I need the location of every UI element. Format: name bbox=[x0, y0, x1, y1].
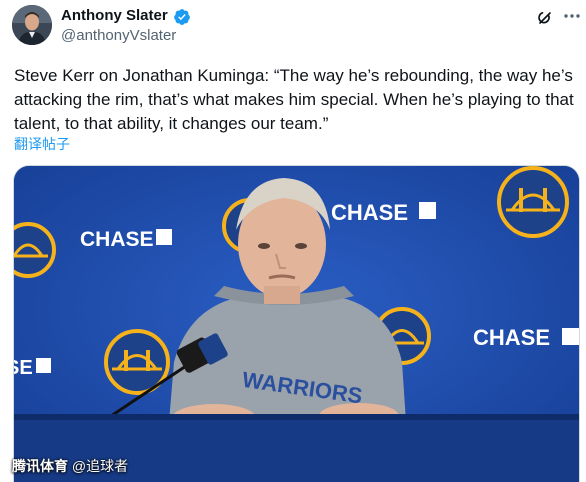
tweet-text: Steve Kerr on Jonathan Kuminga: “The way… bbox=[14, 66, 574, 133]
chase-logo-text: CHASE bbox=[473, 325, 550, 350]
author-name[interactable]: Anthony Slater bbox=[61, 7, 168, 24]
verified-badge-icon bbox=[174, 9, 190, 25]
chase-logo-text: CHASE bbox=[331, 200, 408, 225]
chase-octagon-mark bbox=[562, 328, 579, 345]
chase-octagon-mark bbox=[36, 358, 51, 373]
chase-octagon-mark bbox=[419, 202, 436, 219]
watermark-brand: 腾讯体育 bbox=[12, 458, 68, 474]
watermark-handle: @追球者 bbox=[71, 458, 129, 474]
more-options-icon[interactable] bbox=[562, 6, 582, 26]
tweet-media-photo[interactable]: CHASE CHASE CHASE SE WARRIORS bbox=[13, 165, 580, 482]
avatar-image bbox=[12, 5, 52, 45]
grok-icon[interactable] bbox=[535, 8, 555, 28]
more-dots-glyph bbox=[564, 14, 580, 18]
press-conference-photo: CHASE CHASE CHASE SE WARRIORS bbox=[14, 166, 579, 482]
translate-post-link[interactable]: 翻译帖子 bbox=[14, 134, 70, 154]
author-avatar[interactable] bbox=[12, 5, 52, 45]
chase-logo-text: CHASE bbox=[80, 228, 154, 251]
chase-logo-text: SE bbox=[14, 357, 33, 379]
chase-octagon-mark bbox=[156, 229, 172, 245]
warriors-logo bbox=[14, 222, 56, 278]
warriors-logo bbox=[497, 166, 569, 238]
author-handle[interactable]: @anthonyVslater bbox=[61, 27, 176, 44]
media-watermark: 腾讯体育 @追球者 bbox=[12, 456, 128, 476]
